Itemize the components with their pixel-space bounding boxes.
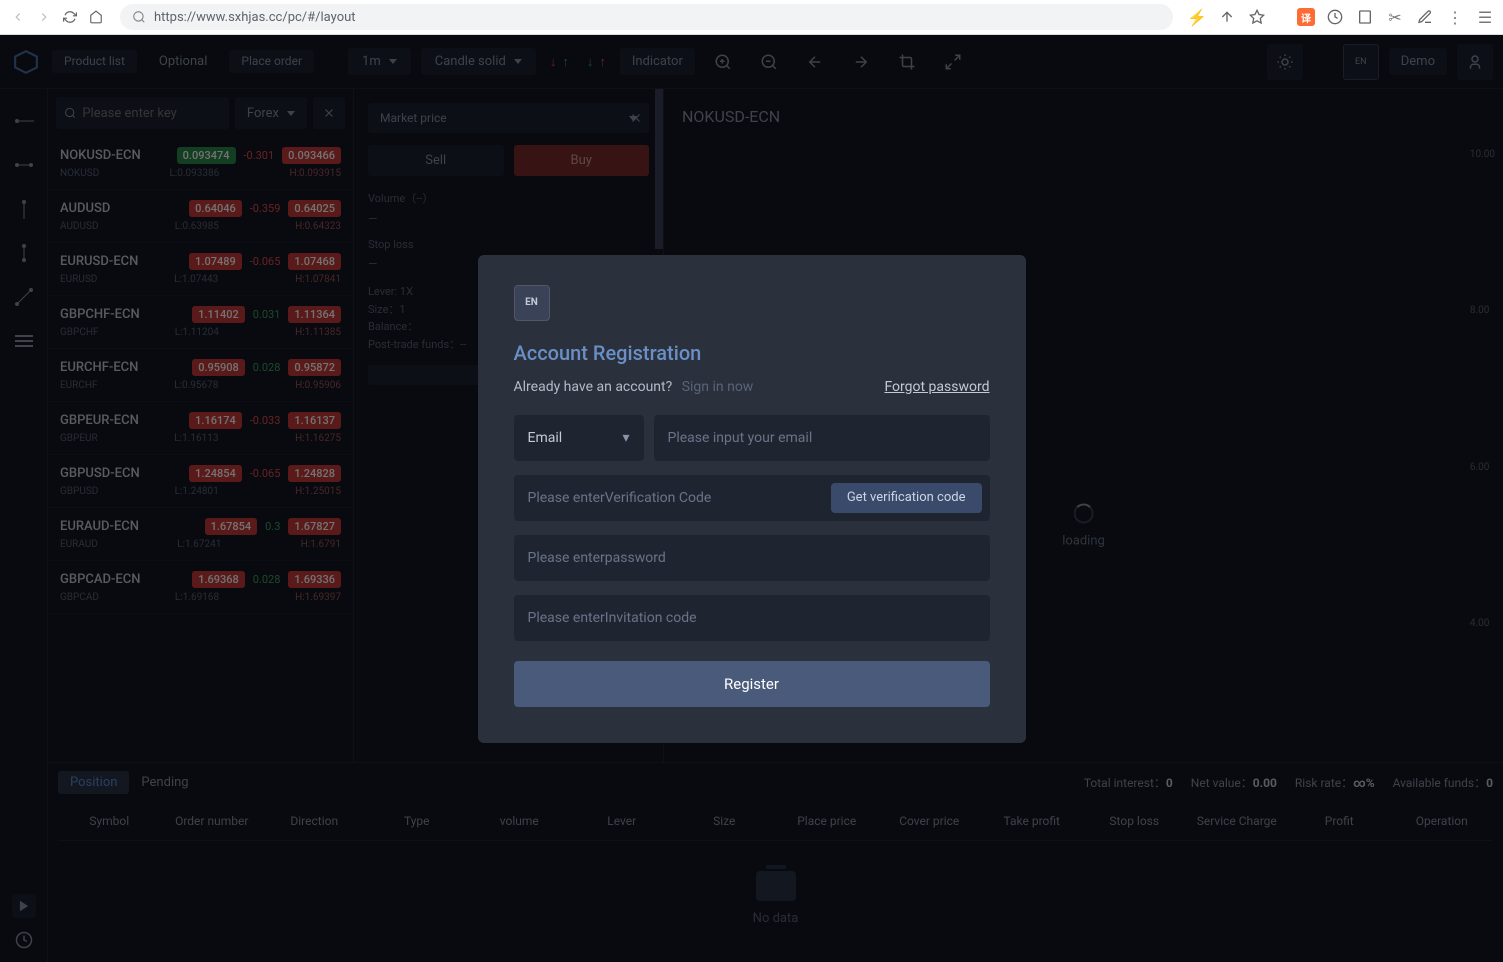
hamburger-icon[interactable]: ☰ bbox=[1475, 7, 1495, 27]
star-icon[interactable] bbox=[1247, 7, 1267, 27]
get-code-button[interactable]: Get verification code bbox=[831, 483, 982, 513]
signin-link[interactable]: Sign in now bbox=[682, 379, 754, 395]
email-input[interactable] bbox=[654, 415, 990, 461]
history-icon[interactable] bbox=[1325, 7, 1345, 27]
search-icon bbox=[132, 10, 146, 24]
browser-forward[interactable] bbox=[34, 7, 54, 27]
already-text: Already have an account? bbox=[514, 379, 673, 395]
translate-ext-icon[interactable]: 译 bbox=[1297, 8, 1315, 26]
url-bar[interactable]: https://www.sxhjas.cc/pc/#/layout bbox=[120, 4, 1173, 30]
scissors-icon[interactable]: ✂ bbox=[1385, 7, 1405, 27]
arrow-icon[interactable] bbox=[1217, 7, 1237, 27]
invitation-input[interactable] bbox=[514, 595, 990, 641]
forgot-password-link[interactable]: Forgot password bbox=[884, 379, 989, 395]
modal-title: Account Registration bbox=[514, 341, 990, 365]
kebab-icon[interactable]: ⋮ bbox=[1445, 7, 1465, 27]
lang-badge[interactable]: EN bbox=[514, 285, 550, 321]
registration-modal: EN Account Registration Already have an … bbox=[478, 255, 1026, 743]
browser-home[interactable] bbox=[86, 7, 106, 27]
bolt-icon[interactable]: ⚡ bbox=[1187, 7, 1207, 27]
password-input[interactable] bbox=[514, 535, 990, 581]
reader-icon[interactable] bbox=[1355, 7, 1375, 27]
edit-icon[interactable] bbox=[1415, 7, 1435, 27]
browser-back[interactable] bbox=[8, 7, 28, 27]
register-button[interactable]: Register bbox=[514, 661, 990, 707]
method-select[interactable]: Email▾ bbox=[514, 415, 644, 461]
browser-reload[interactable] bbox=[60, 7, 80, 27]
url-text: https://www.sxhjas.cc/pc/#/layout bbox=[154, 10, 356, 25]
